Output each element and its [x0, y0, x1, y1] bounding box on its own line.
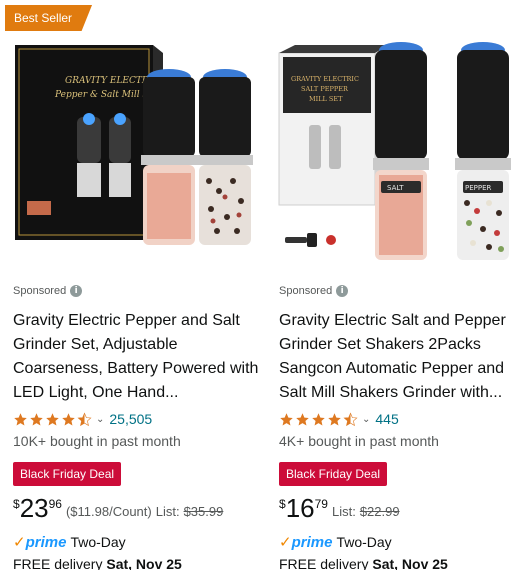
star-icon — [328, 412, 341, 425]
prime-speed: Two-Day — [70, 534, 126, 550]
star-half-icon — [77, 411, 92, 426]
best-seller-badge: Best Seller — [5, 5, 93, 31]
price-symbol: $ — [279, 497, 286, 511]
star-icon — [62, 412, 75, 425]
product-image[interactable]: GRAVITY ELECTRIC SALT PEPPER MILL SET SA… — [271, 5, 529, 272]
grinder-set-image: GRAVITY ELECTRIC SALT PEPPER MILL SET SA… — [271, 5, 529, 272]
price-fraction: 79 — [314, 497, 328, 511]
star-half-icon — [343, 411, 358, 426]
delivery-info: FREE delivery Sat, Nov 25 — [279, 554, 527, 570]
price-whole: 16 — [285, 493, 315, 523]
star-rating[interactable] — [13, 411, 92, 427]
prime-logo: prime — [291, 533, 333, 551]
bought-count: 4K+ bought in past month — [279, 433, 439, 449]
star-icon — [280, 412, 293, 425]
sponsored-label[interactable]: Sponsored i — [279, 283, 527, 299]
box-text-line3: MILL SET — [309, 95, 343, 103]
box-text-line1: GRAVITY ELECTRIC — [291, 75, 359, 83]
sponsored-text: Sponsored — [279, 285, 333, 297]
prime-badge: ✓ prime Two-Day — [13, 532, 261, 552]
pepper-label: PEPPER — [465, 184, 492, 192]
list-label: List: — [155, 504, 180, 519]
review-count[interactable]: 445 — [375, 411, 398, 427]
prime-check-icon: ✓ — [279, 533, 292, 551]
sponsored-text: Sponsored — [13, 285, 67, 297]
delivery-label: FREE delivery — [279, 556, 373, 570]
list-price: $35.99 — [183, 504, 224, 519]
product-card[interactable]: Best Seller GRAVITY ELECTRIC Pepper & Sa… — [5, 5, 263, 570]
delivery-info: FREE delivery Sat, Nov 25 — [13, 554, 261, 570]
info-icon[interactable]: i — [70, 285, 83, 297]
price[interactable]: $ 23 96 ($11.98/Count) List: $35.99 — [13, 494, 261, 526]
info-icon[interactable]: i — [336, 285, 349, 297]
grinder-set-image: GRAVITY ELECTRIC Pepper & Salt Mill Set — [5, 5, 263, 272]
chevron-down-icon[interactable]: ⌄ — [96, 414, 104, 425]
star-icon — [312, 412, 325, 425]
rating-row[interactable]: ⌄ 25,505 — [13, 409, 261, 429]
salt-label: SALT — [387, 184, 404, 192]
delivery-date: Sat, Nov 25 — [106, 556, 182, 570]
product-image[interactable]: Best Seller GRAVITY ELECTRIC Pepper & Sa… — [5, 5, 263, 272]
prime-speed: Two-Day — [336, 534, 392, 550]
deal-badge: Black Friday Deal — [13, 462, 122, 486]
star-icon — [296, 412, 309, 425]
delivery-label: FREE delivery — [13, 556, 107, 570]
box-text-line2: Pepper & Salt Mill Set — [54, 90, 158, 100]
rating-row[interactable]: ⌄ 445 — [279, 409, 527, 429]
product-title[interactable]: Gravity Electric Salt and Pepper Grinder… — [279, 309, 527, 405]
bought-count: 10K+ bought in past month — [13, 433, 181, 449]
price-fraction: 96 — [48, 497, 62, 511]
sponsored-label[interactable]: Sponsored i — [13, 283, 261, 299]
chevron-down-icon[interactable]: ⌄ — [362, 414, 370, 425]
deal-badge: Black Friday Deal — [279, 462, 388, 486]
product-card[interactable]: GRAVITY ELECTRIC SALT PEPPER MILL SET SA… — [271, 5, 529, 570]
prime-check-icon: ✓ — [13, 533, 26, 551]
unit-price: ($11.98/Count) — [65, 504, 152, 519]
star-icon — [14, 412, 27, 425]
prime-logo: prime — [25, 533, 67, 551]
review-count[interactable]: 25,505 — [109, 411, 152, 427]
list-label: List: — [331, 504, 356, 519]
star-icon — [46, 412, 59, 425]
prime-badge: ✓ prime Two-Day — [279, 532, 527, 552]
price-symbol: $ — [13, 497, 20, 511]
star-rating[interactable] — [279, 411, 358, 427]
star-icon — [30, 412, 43, 425]
list-price: $22.99 — [359, 504, 400, 519]
box-text-line2: SALT PEPPER — [301, 85, 349, 93]
product-title[interactable]: Gravity Electric Pepper and Salt Grinder… — [13, 309, 261, 405]
price-whole: 23 — [19, 493, 49, 523]
delivery-date: Sat, Nov 25 — [372, 556, 448, 570]
price[interactable]: $ 16 79 List: $22.99 — [279, 494, 527, 526]
